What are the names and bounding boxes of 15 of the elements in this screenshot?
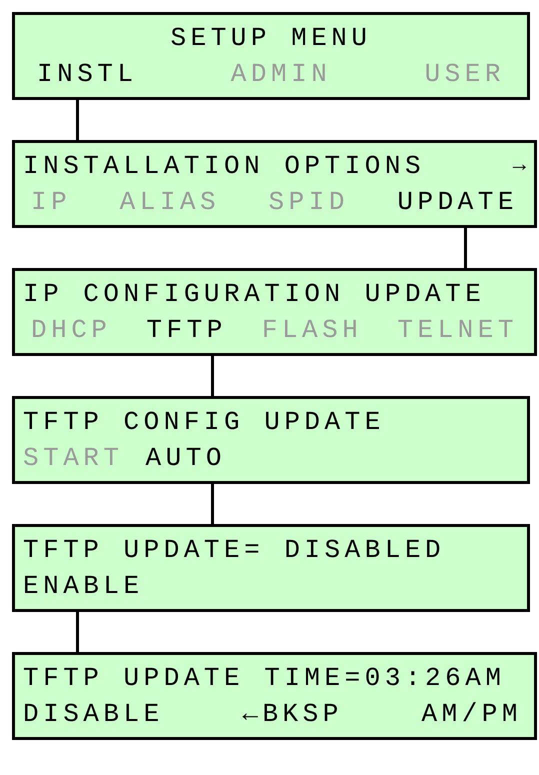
screen-title: IP CONFIGURATION UPDATE — [23, 279, 486, 309]
screen-title: TFTP UPDATE= DISABLED — [23, 535, 446, 565]
softkey-label[interactable]: DISABLE — [23, 699, 164, 729]
softkey-label[interactable]: ENABLE — [23, 571, 144, 601]
softkey-label[interactable]: AM/PM — [421, 699, 522, 729]
screen-title: INSTALLATION OPTIONS — [23, 151, 426, 181]
screen-title: TFTP UPDATE TIME=03:26AM — [23, 663, 506, 693]
softkey-label[interactable]: ←BKSP — [242, 699, 343, 729]
softkey-label[interactable]: UPDATE — [397, 187, 518, 217]
softkey-label[interactable]: TFTP — [146, 315, 227, 345]
next-arrow[interactable]: → — [512, 151, 526, 181]
softkey-label[interactable]: AUTO — [146, 443, 226, 473]
screen-title: SETUP MENU — [170, 23, 372, 53]
softkey-label[interactable]: INSTL — [37, 59, 138, 89]
screen-title: TFTP CONFIG UPDATE — [23, 407, 385, 437]
